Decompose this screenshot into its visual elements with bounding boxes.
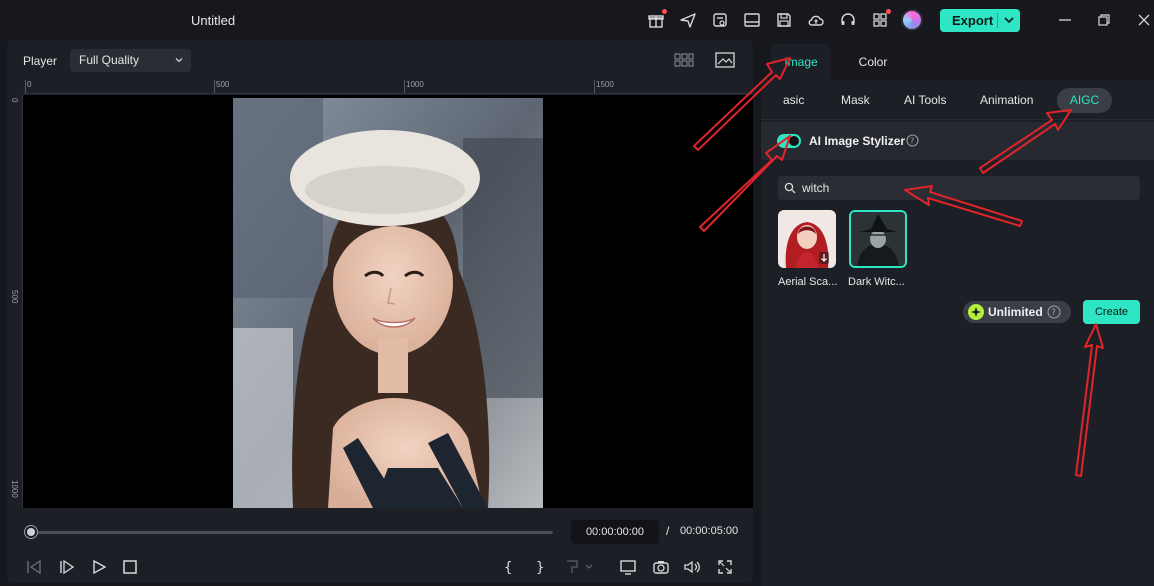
ruler-tick xyxy=(25,80,26,93)
aerial-style-thumbnail xyxy=(778,210,836,268)
marker-dropdown-icon[interactable] xyxy=(564,558,598,576)
ruler-label: 500 xyxy=(216,80,230,89)
unlimited-badge: Unlimited ? xyxy=(963,301,1071,323)
ruler-tick xyxy=(214,80,215,93)
ruler-label: 1000 xyxy=(406,80,424,89)
tab-image[interactable]: Image xyxy=(771,44,831,80)
chevron-down-icon xyxy=(175,58,183,63)
toggle-knob xyxy=(789,136,799,146)
send-icon[interactable] xyxy=(679,11,697,29)
preview-canvas[interactable] xyxy=(23,95,753,508)
minimize-icon[interactable] xyxy=(1057,12,1073,28)
headset-icon[interactable] xyxy=(839,11,857,29)
user-avatar[interactable] xyxy=(901,9,923,31)
mark-in-icon[interactable]: { xyxy=(500,558,518,576)
sparkle-icon xyxy=(968,304,984,320)
current-time[interactable]: 00:00:00:00 xyxy=(571,520,659,544)
ruler-label: 1000 xyxy=(10,480,19,498)
svg-text:?: ? xyxy=(1051,308,1056,318)
cloud-icon[interactable] xyxy=(807,11,825,29)
portrait-illustration xyxy=(233,98,543,508)
export-divider xyxy=(997,13,998,28)
window-title: Untitled xyxy=(191,13,236,28)
ruler-label: 1500 xyxy=(596,80,614,89)
time-separator: / xyxy=(666,524,670,538)
export-label: Export xyxy=(952,13,994,28)
style-label-dark-witch: Dark Witc... xyxy=(848,276,905,288)
main-tabs: Image Color xyxy=(761,40,1154,80)
play-icon[interactable] xyxy=(90,558,108,576)
close-icon[interactable] xyxy=(1136,12,1152,28)
timeline-scrubber[interactable] xyxy=(31,531,553,534)
layout-icon[interactable] xyxy=(743,11,761,29)
image-view-icon[interactable] xyxy=(715,51,735,69)
help-icon[interactable]: ? xyxy=(906,134,919,147)
save-icon[interactable] xyxy=(775,11,793,29)
mark-out-icon[interactable]: } xyxy=(532,558,550,576)
quality-select[interactable]: Full Quality xyxy=(70,49,191,72)
title-bar: Untitled Export xyxy=(0,0,1154,40)
notification-dot xyxy=(662,9,667,14)
quality-value: Full Quality xyxy=(79,53,140,67)
app-window: Untitled Export Player Full Quality 0 50… xyxy=(0,0,1154,586)
ruler-vertical: 0 500 1000 xyxy=(7,94,23,508)
stop-icon[interactable] xyxy=(121,558,139,576)
ruler-horizontal: 0 500 1000 1500 xyxy=(23,80,753,94)
search-icon xyxy=(784,182,796,194)
ruler-tick xyxy=(594,80,595,93)
fullscreen-icon[interactable] xyxy=(716,558,734,576)
ruler-label: 0 xyxy=(10,98,19,103)
style-card-aerial[interactable] xyxy=(778,210,836,268)
export-button[interactable]: Export xyxy=(940,9,1020,32)
svg-text:?: ? xyxy=(910,137,914,146)
previous-frame-icon[interactable] xyxy=(25,558,43,576)
style-label-aerial: Aerial Sca... xyxy=(778,276,838,288)
dark-witch-style-thumbnail xyxy=(851,212,905,266)
player-label: Player xyxy=(23,54,58,68)
subtab-mask[interactable]: Mask xyxy=(841,93,870,107)
subtab-ai-tools[interactable]: AI Tools xyxy=(904,93,946,107)
chevron-down-icon[interactable] xyxy=(1002,13,1016,27)
properties-panel: Image Color asic Mask AI Tools Animation… xyxy=(761,40,1154,586)
ruler-tick xyxy=(404,80,405,93)
notification-dot xyxy=(886,9,891,14)
stylizer-label: AI Image Stylizer xyxy=(809,134,906,148)
media-settings-icon[interactable] xyxy=(711,11,729,29)
help-icon[interactable]: ? xyxy=(1047,305,1061,319)
display-icon[interactable] xyxy=(619,558,637,576)
stylizer-toggle[interactable] xyxy=(777,134,801,148)
preview-photo xyxy=(233,98,543,508)
search-input[interactable] xyxy=(802,176,1132,200)
ai-image-stylizer-row: AI Image Stylizer ? xyxy=(761,122,1154,160)
tab-color[interactable]: Color xyxy=(843,44,903,80)
ruler-label: 500 xyxy=(10,290,19,304)
subtab-animation[interactable]: Animation xyxy=(980,93,1033,107)
restore-icon[interactable] xyxy=(1096,12,1112,28)
player-panel: Player Full Quality 0 500 1000 1500 0 50… xyxy=(7,40,753,583)
ruler-label: 0 xyxy=(27,80,32,89)
create-button[interactable]: Create xyxy=(1083,300,1140,324)
style-search[interactable] xyxy=(778,176,1140,200)
total-time: 00:00:05:00 xyxy=(680,525,739,537)
style-card-dark-witch[interactable] xyxy=(849,210,907,268)
volume-icon[interactable] xyxy=(683,558,701,576)
unlimited-label: Unlimited xyxy=(988,305,1043,319)
svg-text:{: { xyxy=(504,560,512,576)
subtab-aigc[interactable]: AIGC xyxy=(1057,88,1112,113)
scrubber-handle[interactable] xyxy=(25,526,37,538)
grid-view-icon[interactable] xyxy=(674,52,694,68)
gift-icon[interactable] xyxy=(647,9,667,29)
next-frame-icon[interactable] xyxy=(58,558,76,576)
svg-text:}: } xyxy=(536,560,544,576)
subtab-basic[interactable]: asic xyxy=(783,93,804,107)
snapshot-icon[interactable] xyxy=(652,558,670,576)
apps-icon[interactable] xyxy=(871,9,891,29)
